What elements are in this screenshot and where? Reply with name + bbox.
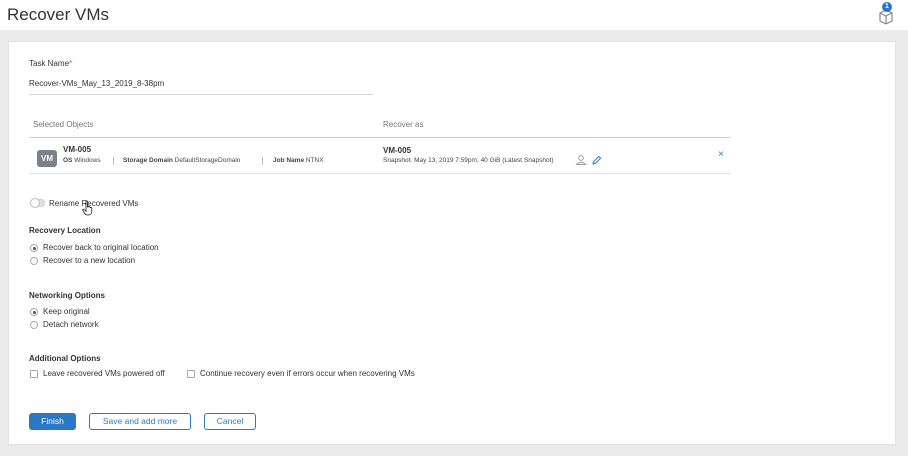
edit-icon[interactable] (592, 155, 602, 165)
meta-separator (113, 157, 114, 165)
col-header-selected-objects: Selected Objects (33, 120, 94, 129)
vm-job-name: Job Name NTNX (273, 157, 324, 164)
user-icon[interactable] (575, 155, 587, 165)
radio-original-location[interactable] (30, 244, 38, 252)
checkbox-powered-off[interactable] (30, 370, 38, 378)
hand-cursor-icon (82, 200, 93, 216)
recovery-location-title: Recovery Location (29, 226, 101, 235)
finish-button[interactable]: Finish (29, 413, 76, 430)
task-name-input[interactable]: Recover-VMs_May_13_2019_8-38pm (29, 79, 164, 88)
task-name-label: Task Name* (29, 59, 73, 68)
checkbox-continue-on-error[interactable] (187, 370, 195, 378)
save-and-add-more-button[interactable]: Save and add more (89, 413, 191, 430)
toggle-knob (30, 198, 40, 208)
notifications-button[interactable]: 1 (876, 2, 896, 26)
additional-options-title: Additional Options (29, 354, 101, 363)
rename-toggle[interactable] (30, 198, 45, 208)
vm-name: VM-005 (63, 145, 92, 154)
option-original-location[interactable]: Recover back to original location (43, 243, 159, 252)
vm-type-badge: VM (37, 150, 57, 167)
option-keep-original[interactable]: Keep original (43, 307, 90, 316)
table-header-divider (29, 137, 731, 138)
remove-object-button[interactable]: × (718, 149, 724, 160)
vm-storage-domain: Storage Domain DefaultStorageDomain (123, 157, 241, 164)
option-continue-on-error[interactable]: Continue recovery even if errors occur w… (200, 369, 415, 378)
recover-form: Task Name* Recover-VMs_May_13_2019_8-38p… (8, 41, 896, 445)
radio-new-location[interactable] (30, 257, 38, 265)
option-powered-off[interactable]: Leave recovered VMs powered off (43, 369, 165, 378)
meta-separator (262, 157, 263, 165)
table-row-divider (29, 173, 731, 174)
cancel-button[interactable]: Cancel (204, 413, 256, 430)
option-new-location[interactable]: Recover to a new location (43, 256, 135, 265)
networking-options-title: Networking Options (29, 291, 105, 300)
col-header-recover-as: Recover as (383, 120, 424, 129)
snapshot-info: Snapshot: May 13, 2019 7:59pm, 40 GiB (L… (383, 157, 554, 164)
radio-keep-original[interactable] (30, 308, 38, 316)
top-bar: Recover VMs 1 (0, 0, 908, 30)
option-detach-network[interactable]: Detach network (43, 320, 99, 329)
task-name-underline (29, 94, 373, 95)
vm-os: OS Windows (63, 157, 101, 164)
radio-detach-network[interactable] (30, 321, 38, 329)
page-title: Recover VMs (7, 5, 110, 24)
recover-as-name: VM-005 (383, 146, 412, 155)
notification-badge: 1 (882, 2, 892, 12)
